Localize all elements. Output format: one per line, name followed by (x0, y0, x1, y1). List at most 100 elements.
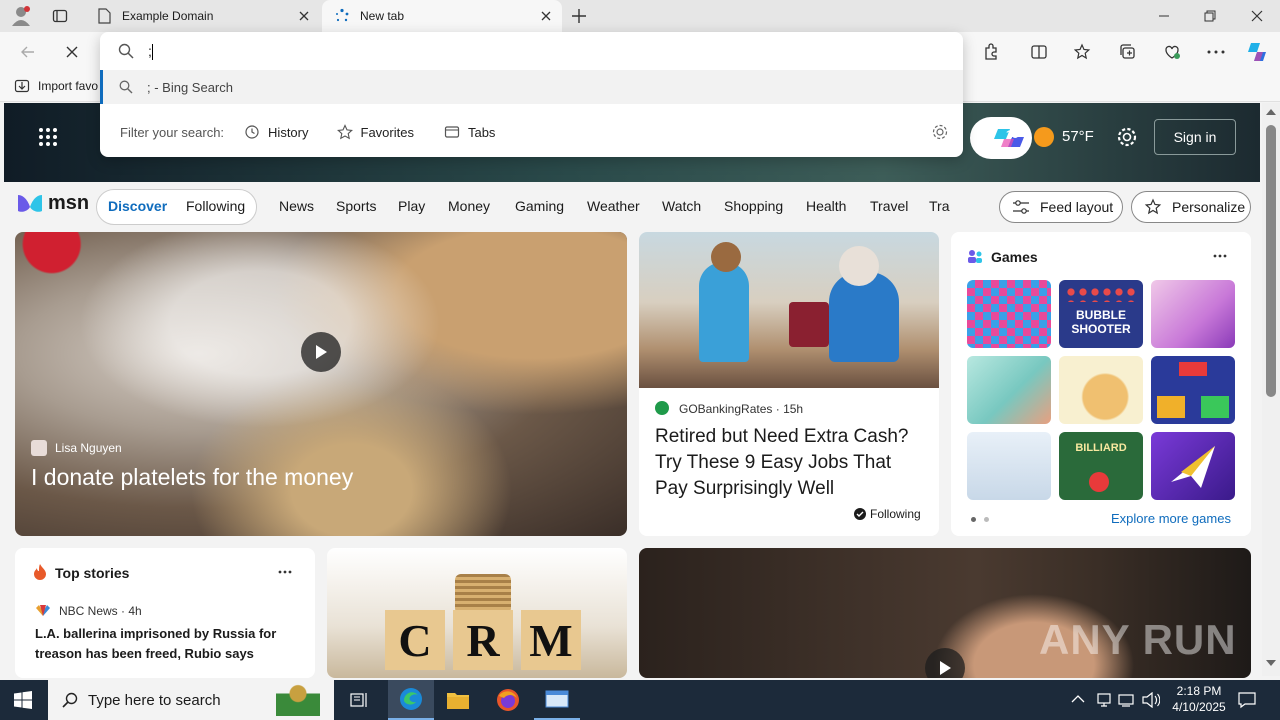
edge-taskbar-icon[interactable] (388, 680, 434, 720)
tab-discover[interactable]: Discover (108, 198, 167, 214)
import-icon (14, 79, 30, 93)
close-window-button[interactable] (1234, 0, 1280, 32)
nav-health[interactable]: Health (806, 198, 846, 214)
profile-icon[interactable] (10, 6, 32, 26)
favorites-icon[interactable] (1069, 38, 1097, 66)
notifications-icon[interactable] (1238, 691, 1256, 709)
sign-in-button[interactable]: Sign in (1154, 119, 1236, 155)
copilot-icon[interactable] (1243, 38, 1271, 66)
game-tile-thief[interactable] (967, 432, 1051, 500)
nav-play[interactable]: Play (398, 198, 425, 214)
filter-favorites[interactable]: Favorites (336, 124, 414, 140)
game-tile-makeup[interactable] (1151, 280, 1235, 348)
extensions-icon[interactable] (977, 38, 1005, 66)
import-favorites-link[interactable]: Import favo (14, 78, 98, 94)
story-age: 4h (128, 604, 142, 618)
flame-icon (33, 564, 47, 580)
history-icon (245, 125, 259, 139)
volume-icon[interactable] (1142, 692, 1160, 708)
app-window-icon[interactable] (534, 680, 580, 720)
crm-block-m: M (521, 610, 581, 670)
author-name[interactable]: Lisa Nguyen (55, 441, 122, 455)
search-icon (119, 80, 133, 94)
nav-watch[interactable]: Watch (662, 198, 701, 214)
stop-loading-button[interactable] (58, 38, 86, 66)
nav-weather[interactable]: Weather (587, 198, 640, 214)
hero-article-card[interactable]: Lisa Nguyen I donate platelets for the m… (15, 232, 627, 536)
browser-essentials-icon[interactable] (1158, 38, 1186, 66)
restore-button[interactable] (1187, 0, 1233, 32)
game-tile-billiard[interactable]: BILLIARD (1059, 432, 1143, 500)
search-settings-icon[interactable] (931, 123, 949, 141)
network-icon[interactable] (1096, 692, 1112, 708)
nav-shopping[interactable]: Shopping (724, 198, 783, 214)
collections-icon[interactable] (1114, 38, 1142, 66)
article-source[interactable]: GOBankingRates · 15h (679, 402, 803, 416)
show-hidden-icons[interactable] (1071, 694, 1085, 704)
weather-temperature[interactable]: 57°F (1062, 128, 1094, 145)
back-button[interactable] (14, 38, 42, 66)
game-tile-shiba[interactable] (1059, 356, 1143, 424)
top-stories-more-icon[interactable] (278, 570, 292, 574)
taskbar-search-box[interactable]: Type here to search (48, 680, 334, 720)
carousel-dots[interactable] (971, 517, 989, 522)
msn-logo[interactable]: msn (16, 192, 89, 215)
close-tab-icon[interactable] (538, 8, 554, 24)
suggestion-text: ; - Bing Search (147, 79, 233, 95)
filter-history[interactable]: History (244, 124, 309, 140)
more-options-icon[interactable] (1202, 38, 1230, 66)
scroll-thumb[interactable] (1266, 125, 1276, 397)
address-input[interactable]: ; (148, 40, 928, 62)
filter-tabs[interactable]: Tabs (444, 124, 495, 140)
close-tab-icon[interactable] (296, 8, 312, 24)
filter-label: Filter your search: (120, 124, 225, 140)
hero-headline[interactable]: I donate platelets for the money (31, 464, 353, 491)
nav-money[interactable]: Money (448, 198, 490, 214)
top-stories-title[interactable]: Top stories (55, 565, 129, 581)
scroll-up-arrow[interactable] (1266, 109, 1276, 115)
game-tile-jewel[interactable] (967, 280, 1051, 348)
nav-news[interactable]: News (279, 198, 314, 214)
page-scrollbar[interactable] (1262, 103, 1280, 676)
games-title[interactable]: Games (991, 249, 1038, 265)
settings-gear-icon[interactable] (1116, 126, 1138, 148)
story-headline[interactable]: L.A. ballerina imprisoned by Russia for … (35, 624, 297, 664)
game-tile-paper-plane[interactable] (1151, 432, 1235, 500)
tab-example-domain[interactable]: Example Domain (84, 0, 320, 32)
start-button[interactable] (14, 691, 32, 709)
game-tile-bubble-shooter[interactable]: BUBBLE SHOOTER (1059, 280, 1143, 348)
file-explorer-icon[interactable] (446, 690, 470, 710)
tab-new-tab[interactable]: New tab (322, 0, 562, 32)
article-headline[interactable]: Retired but Need Extra Cash? Try These 9… (655, 424, 929, 502)
following-indicator[interactable]: Following (854, 507, 921, 521)
tab-following[interactable]: Following (186, 198, 245, 214)
split-screen-icon[interactable] (1025, 38, 1053, 66)
nav-more[interactable]: Tra (929, 198, 951, 214)
firefox-icon[interactable] (496, 688, 520, 712)
wired-network-icon[interactable] (1118, 692, 1134, 708)
task-view-icon[interactable] (350, 691, 368, 709)
search-suggestion[interactable]: ; - Bing Search (100, 70, 963, 104)
apps-launcher-icon[interactable] (38, 127, 58, 147)
video-article-card[interactable]: ANY RUN (639, 548, 1251, 678)
article-card[interactable]: GOBankingRates · 15h Retired but Need Ex… (639, 232, 939, 536)
feed-layout-button[interactable]: Feed layout (999, 191, 1123, 223)
tab-actions-icon[interactable] (52, 8, 68, 24)
explore-more-games-link[interactable]: Explore more games (1111, 511, 1231, 526)
story-source[interactable]: NBC News · 4h (59, 604, 142, 618)
minimize-button[interactable] (1141, 0, 1187, 32)
crm-article-card[interactable]: C R M (327, 548, 627, 678)
filter-history-label: History (268, 124, 309, 140)
nav-gaming[interactable]: Gaming (515, 198, 564, 214)
game-tile-block-puzzle[interactable] (1151, 356, 1235, 424)
games-more-icon[interactable] (1213, 254, 1227, 258)
game-tile-hospital[interactable] (967, 356, 1051, 424)
nav-travel[interactable]: Travel (870, 198, 908, 214)
new-tab-button[interactable] (570, 7, 588, 25)
scroll-down-arrow[interactable] (1266, 660, 1276, 666)
personalize-button[interactable]: Personalize (1131, 191, 1251, 223)
clock[interactable]: 2:18 PM 4/10/2025 (1166, 683, 1232, 715)
play-video-button[interactable] (301, 332, 341, 372)
nav-sports[interactable]: Sports (336, 198, 376, 214)
msn-logo-text: msn (48, 192, 90, 214)
